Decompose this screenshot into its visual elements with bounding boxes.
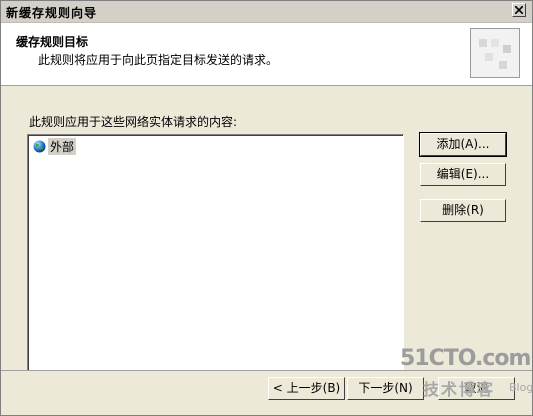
list-item-label: 外部 <box>48 137 77 155</box>
page-subtitle: 此规则将应用于向此页指定目标发送的请求。 <box>38 53 279 67</box>
wizard-graphic-icon <box>470 28 520 78</box>
back-button[interactable]: < 上一步(B) <box>268 377 345 400</box>
watermark-logo: 51CTO.com 技术博客 Blog <box>400 342 533 416</box>
window-title: 新缓存规则向导 <box>6 6 98 20</box>
watermark-sub: 技术博客 <box>423 380 496 399</box>
globe-icon <box>33 140 46 152</box>
add-button[interactable]: 添加(A)... <box>419 132 507 157</box>
watermark-blog: Blog <box>509 381 533 394</box>
wizard-header: 缓存规则目标 此规则将应用于向此页指定目标发送的请求。 <box>1 23 532 86</box>
edit-button[interactable]: 编辑(E)... <box>420 163 506 186</box>
list-item[interactable]: 外部 <box>33 137 77 155</box>
close-icon <box>515 6 523 14</box>
delete-button[interactable]: 删除(R) <box>420 199 506 222</box>
list-label: 此规则应用于这些网络实体请求的内容: <box>29 115 238 129</box>
wizard-body: 此规则应用于这些网络实体请求的内容: 外部 <box>1 86 532 410</box>
close-button[interactable] <box>512 3 526 17</box>
network-entity-list[interactable]: 外部 <box>27 134 404 410</box>
page-title: 缓存规则目标 <box>16 35 89 49</box>
watermark-main: 51CTO.com <box>400 346 531 371</box>
title-bar: 新缓存规则向导 <box>1 1 532 23</box>
